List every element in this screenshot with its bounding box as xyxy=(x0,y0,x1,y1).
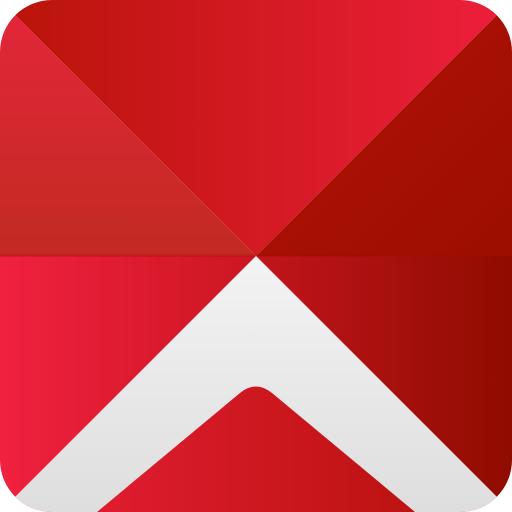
icon-body xyxy=(0,0,512,512)
app-icon xyxy=(0,0,512,512)
icon-canvas xyxy=(0,0,512,512)
